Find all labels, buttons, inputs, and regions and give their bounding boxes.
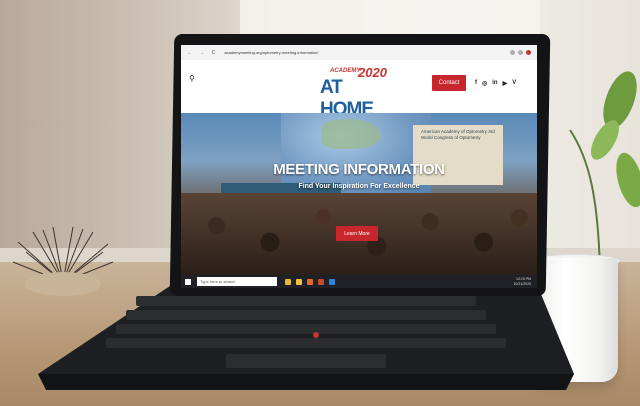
windows-start-icon[interactable] <box>185 278 191 285</box>
taskbar-search-box[interactable]: Type here to search <box>197 277 277 286</box>
linkedin-icon[interactable]: in <box>492 80 497 87</box>
site-logo[interactable]: ACADEMY 2020 AT HOME <box>318 65 390 120</box>
instagram-icon[interactable]: ◎ <box>482 80 487 87</box>
hero-section: American Academy of Optometry 3rd World … <box>181 113 537 275</box>
laptop-screen: ← → C academymeeting.org/optometry-meeti… <box>181 45 537 288</box>
hero-map-land <box>321 119 381 149</box>
vimeo-icon[interactable]: V <box>512 80 516 87</box>
learn-more-button[interactable]: Learn More <box>336 226 378 241</box>
taskbar-apps <box>285 278 335 285</box>
youtube-icon[interactable]: ▶ <box>503 80 508 87</box>
powerpoint-icon[interactable] <box>318 278 324 285</box>
social-links: f ◎ in ▶ V <box>475 80 516 87</box>
photo-scene: ← → C academymeeting.org/optometry-meeti… <box>0 0 640 406</box>
folder-icon[interactable] <box>296 278 302 285</box>
hero-banner-text: American Academy of Optometry 3rd World … <box>421 129 495 140</box>
plant-decor <box>569 71 640 270</box>
contact-button[interactable]: Contact <box>432 75 466 91</box>
address-bar[interactable]: academymeeting.org/optometry-meeting-inf… <box>224 50 318 55</box>
browser-extensions[interactable] <box>510 50 531 55</box>
browser-toolbar: ← → C academymeeting.org/optometry-meeti… <box>181 45 537 61</box>
facebook-icon[interactable]: f <box>475 80 477 87</box>
firefox-icon[interactable] <box>307 278 313 285</box>
taskbar-clock[interactable]: 12:15 PM 10/21/2020 <box>513 277 531 285</box>
laptop-keyboard-base <box>38 282 574 390</box>
search-icon[interactable]: ⚲ <box>189 74 195 83</box>
windows-taskbar: Type here to search 12:15 PM 10/21/2020 <box>181 275 537 288</box>
logo-academy-text: ACADEMY <box>330 68 361 74</box>
hero-tagline: Find Your Inspiration For Excellence <box>298 183 420 190</box>
edge-icon[interactable] <box>329 278 335 285</box>
site-header: ⚲ ACADEMY 2020 AT HOME Contact f ◎ in ▶ … <box>181 60 537 120</box>
taskbar-date: 10/21/2020 <box>513 281 531 286</box>
chrome-icon[interactable] <box>285 278 291 285</box>
hero-title: MEETING INFORMATION <box>273 161 445 178</box>
browser-nav-buttons[interactable]: ← → C <box>187 50 218 56</box>
